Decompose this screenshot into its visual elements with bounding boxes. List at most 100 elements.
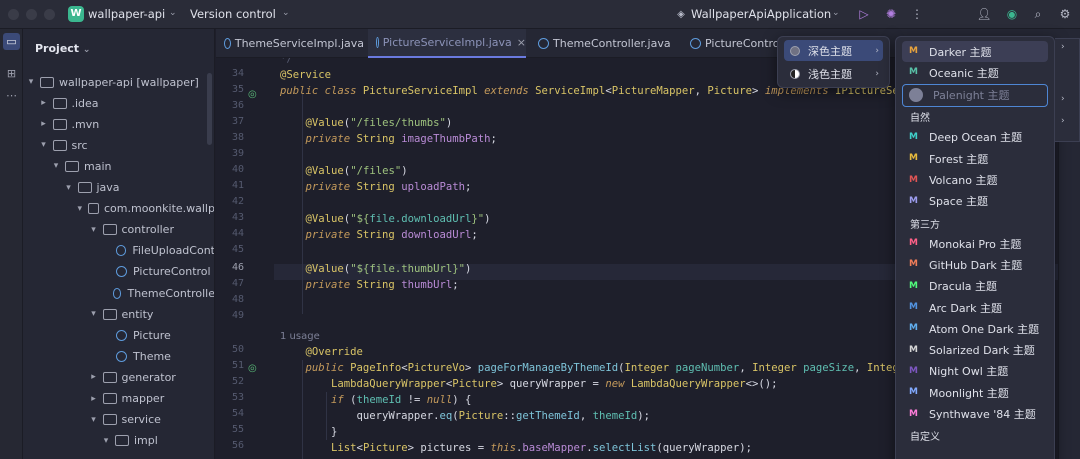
vcs-selector[interactable]: Version control [190, 7, 276, 21]
project-panel-title[interactable]: Project ⌄ [35, 42, 90, 55]
theme-option[interactable]: M Solarized Dark 主题 [902, 340, 1048, 361]
tree-item[interactable]: ▾ main [23, 156, 214, 176]
theme-list-menu: M Darker 主题 M Oceanic 主题 Palenight 主题 自然 M Deep… [895, 36, 1055, 459]
collapse-arrow-icon[interactable]: ▸ [38, 98, 50, 108]
debug-icon[interactable]: ✺ [882, 5, 900, 23]
ai-assistant-icon[interactable]: ◉ [1003, 5, 1021, 23]
expand-arrow-icon[interactable]: ▾ [75, 204, 85, 214]
implementation-marker-icon[interactable]: ◎ [248, 89, 257, 100]
tree-item[interactable]: PictureControl [23, 262, 214, 282]
tree-item[interactable]: ▾ controller [23, 220, 214, 240]
tree-item[interactable]: ▸ mapper [23, 389, 214, 409]
tab-label: PictureControl [705, 37, 783, 50]
editor-tab[interactable]: PictureServiceImpl.java × [368, 29, 526, 58]
theme-option[interactable]: M Volcano 主题 [902, 170, 1048, 191]
expand-arrow-icon[interactable]: ▾ [25, 77, 37, 87]
tree-item[interactable]: ▾ java [23, 178, 214, 198]
close-tab-icon[interactable]: × [517, 36, 526, 49]
theme-option[interactable]: M Deep Ocean 主题 [902, 127, 1048, 148]
tree-item[interactable]: ▾ entity [23, 304, 214, 324]
project-tool-icon[interactable]: ▭ [3, 33, 20, 50]
theme-option[interactable]: M Oceanic 主题 [902, 62, 1048, 83]
chevron-down-icon[interactable]: ⌄ [832, 8, 840, 18]
tree-item-label: mapper [121, 392, 165, 405]
more-tools-icon[interactable]: ⋯ [3, 87, 20, 104]
tree-item[interactable]: ▸ .mvn [23, 114, 214, 134]
theme-option[interactable]: M Moonlight 主题 [902, 382, 1048, 403]
maximize-window-icon[interactable] [44, 9, 55, 20]
tree-item[interactable]: FileUploadCont [23, 241, 214, 261]
collapse-arrow-icon[interactable]: ▸ [88, 394, 100, 404]
editor-tab[interactable]: ThemeController.java [530, 29, 678, 58]
theme-option[interactable]: M Dracula 主题 [902, 276, 1048, 297]
expand-arrow-icon[interactable]: ▾ [63, 183, 75, 193]
tree-item[interactable]: ▾ wallpaper-api [wallpaper] [23, 72, 214, 92]
theme-option[interactable]: M Night Owl 主题 [902, 361, 1048, 382]
line-number: 46 [231, 262, 244, 273]
tree-item-label: Theme [133, 349, 171, 363]
tree-item-label: Picture [133, 328, 171, 342]
theme-option[interactable]: M Arc Dark 主题 [902, 297, 1048, 318]
structure-tool-icon[interactable]: ⊞ [3, 65, 20, 82]
theme-option[interactable]: M Monokai Pro 主题 [902, 233, 1048, 254]
tree-item[interactable]: ▾ service [23, 410, 214, 430]
theme-option-label: Solarized Dark 主题 [929, 344, 1035, 358]
implementation-marker-icon[interactable]: ◎ [248, 363, 257, 374]
line-number: 47 [231, 278, 244, 289]
code-line: private String imageThumbPath; [305, 133, 497, 145]
settings-gear-icon[interactable]: ⚙ [1056, 5, 1074, 23]
theme-option[interactable]: M Space 主题 [902, 191, 1048, 212]
usage-hint[interactable]: 1 usage [280, 331, 320, 342]
theme-option[interactable]: M Synthwave '84 主题 [902, 404, 1048, 425]
expand-arrow-icon[interactable]: ▾ [88, 225, 100, 235]
close-window-icon[interactable] [8, 9, 19, 20]
tree-item-label: wallpaper-api [wallpaper] [59, 75, 199, 89]
theme-option[interactable]: M Forest 主题 [902, 148, 1048, 169]
collapse-arrow-icon[interactable]: ▸ [88, 372, 100, 382]
theme-option[interactable]: Palenight 主题 [902, 83, 1048, 107]
more-actions-icon[interactable]: ⋮ [908, 5, 926, 23]
expand-arrow-icon[interactable]: ▾ [38, 140, 50, 150]
tree-item-label: impl [134, 434, 158, 448]
theme-option[interactable]: M GitHub Dark 主题 [902, 254, 1048, 275]
code-line: private String uploadPath; [305, 181, 472, 193]
tree-item[interactable]: ▸ .idea [23, 93, 214, 113]
line-number: 37 [231, 116, 244, 127]
light-theme-menu-item[interactable]: 浅色主题 › [784, 63, 883, 84]
project-scrollbar[interactable] [207, 73, 212, 145]
tree-item[interactable]: ▾ src [23, 135, 214, 155]
expand-arrow-icon[interactable]: ▾ [50, 161, 62, 171]
expand-arrow-icon[interactable]: ▾ [100, 436, 112, 446]
submenu-arrow-icon[interactable]: › [1061, 116, 1065, 126]
minimize-window-icon[interactable] [26, 9, 37, 20]
line-number: 44 [231, 228, 244, 239]
expand-arrow-icon[interactable]: ▾ [88, 415, 100, 425]
collapse-arrow-icon[interactable]: ▸ [38, 119, 50, 129]
tree-item[interactable]: ▾ com.moonkite.wallp [23, 199, 214, 219]
theme-option[interactable]: M Atom One Dark 主题 [902, 318, 1048, 339]
chevron-down-icon[interactable]: ⌄ [282, 8, 290, 18]
submenu-arrow-icon[interactable]: › [1061, 42, 1065, 52]
project-name-selector[interactable]: wallpaper-api [88, 7, 165, 21]
material-theme-icon: M [909, 153, 918, 164]
account-icon[interactable]: 👤︎ [975, 5, 993, 23]
run-icon[interactable]: ▷ [855, 5, 873, 23]
tree-item[interactable]: ▾ impl [23, 431, 214, 451]
theme-option-label: Night Owl 主题 [929, 365, 1009, 379]
tree-item[interactable]: Picture [23, 325, 214, 345]
tree-item[interactable]: ▸ generator [23, 367, 214, 387]
expand-arrow-icon[interactable]: ▾ [88, 309, 100, 319]
chevron-down-icon[interactable]: ⌄ [169, 8, 177, 18]
submenu-fragment: › › › [1055, 38, 1080, 142]
run-config-selector[interactable]: WallpaperApiApplication [691, 7, 831, 21]
search-icon[interactable]: ⌕ [1029, 5, 1047, 23]
folder-icon [52, 97, 67, 109]
submenu-arrow-icon[interactable]: › [1061, 94, 1065, 104]
tree-item[interactable]: ThemeControlle [23, 283, 214, 303]
dark-theme-menu-item[interactable]: 深色主题 › [784, 40, 883, 61]
editor-tab[interactable]: PictureControl [682, 29, 792, 58]
tree-item[interactable]: Theme [23, 346, 214, 366]
editor-tab[interactable]: ThemeServiceImpl.java [216, 29, 364, 58]
theme-option[interactable]: M Darker 主题 [902, 41, 1048, 62]
material-theme-icon: M [909, 408, 918, 419]
